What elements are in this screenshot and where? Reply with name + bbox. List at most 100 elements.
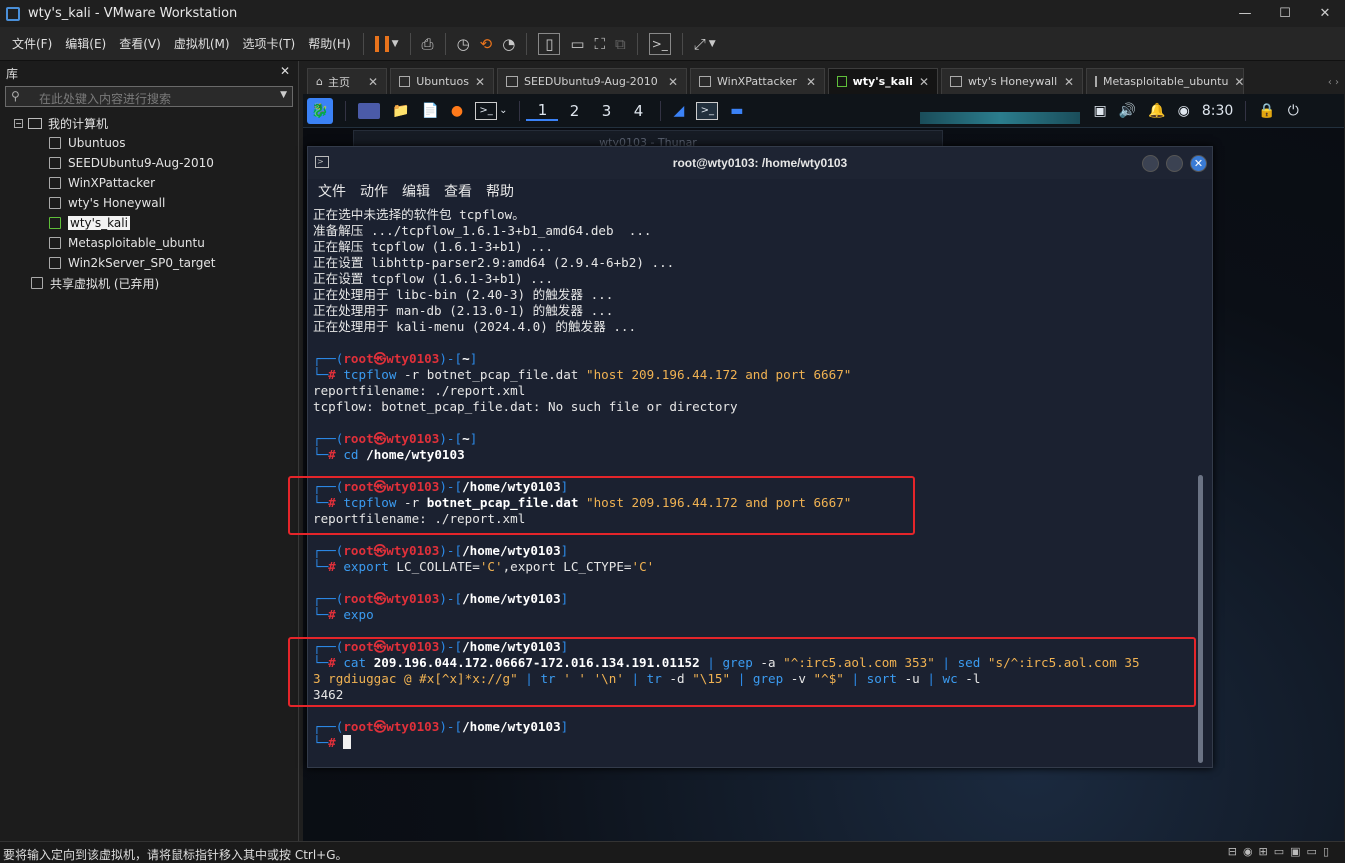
device-status-icons[interactable]: ⊟◉⊞▭▣▭▯ — [1228, 845, 1335, 858]
tree-item-vm[interactable]: Win2kServer_SP0_target — [0, 253, 298, 273]
tree-root-label: 我的计算机 — [48, 116, 109, 131]
pause-button[interactable] — [374, 33, 389, 55]
tab-metasploitable[interactable]: Metasploitable_ubuntu ✕ — [1086, 68, 1244, 94]
workspace-4[interactable]: 4 — [622, 102, 654, 120]
tree-item-vm[interactable]: WinXPattacker — [0, 173, 298, 193]
terminal-menu-edit[interactable]: 编辑 — [402, 181, 430, 201]
volume-icon[interactable]: 🔊 — [1119, 103, 1136, 119]
stretch-guest-icon[interactable]: ⤢ — [694, 33, 706, 55]
prompt-dir: /home/wty0103 — [462, 543, 561, 558]
terminal-icon[interactable]: >_ — [475, 101, 498, 120]
tree-item-vm[interactable]: wty's Honeywall — [0, 193, 298, 213]
vm-icon — [699, 76, 711, 87]
tab-scroll-arrows-icon[interactable]: ‹ › — [1328, 77, 1339, 88]
menu-help[interactable]: 帮助(H) — [302, 35, 356, 52]
taskbar-terminal-icon[interactable]: >_ — [696, 101, 719, 120]
tab-home[interactable]: ⌂ 主页 ✕ — [307, 68, 387, 94]
pause-icon — [374, 35, 389, 52]
terminal-minimize-button[interactable] — [1142, 155, 1159, 172]
tab-close-icon[interactable]: ✕ — [1228, 75, 1244, 89]
workspace-2[interactable]: 2 — [558, 102, 590, 120]
tab-close-icon[interactable]: ✕ — [800, 75, 816, 89]
library-search-input[interactable]: ⚲ 在此处键入内容进行搜索 ▼ — [5, 86, 293, 107]
lock-icon[interactable]: 🔒 — [1258, 103, 1275, 119]
highlight-box-cat-pipeline — [288, 637, 1196, 707]
terminal-dropdown-icon[interactable]: ⌄ — [499, 105, 507, 116]
terminal-cursor[interactable] — [343, 735, 352, 749]
terminal-window[interactable]: > root@wty0103: /home/wty0103 ✕ 文件 动作 编辑… — [288, 146, 1213, 768]
terminal-output-line: 正在处理用于 man-db (2.13.0-1) 的触发器 ... — [313, 303, 614, 318]
tab-wtys-kali[interactable]: wty's_kali ✕ — [828, 68, 938, 94]
menu-vm[interactable]: 虚拟机(M) — [168, 35, 236, 52]
minimize-button[interactable]: — — [1225, 0, 1265, 27]
send-ctrl-alt-del-icon[interactable]: ⎙ — [422, 33, 434, 55]
vm-icon — [950, 76, 962, 87]
computer-icon — [28, 117, 42, 129]
tab-close-icon[interactable]: ✕ — [1058, 75, 1074, 89]
snapshot-manager-icon[interactable]: ◔ — [502, 33, 515, 55]
clock[interactable]: 8:30 — [1202, 103, 1233, 119]
power-dropdown-icon[interactable]: ▼ — [392, 33, 399, 55]
file-manager-icon[interactable]: 📁 — [392, 103, 409, 119]
show-desktop-icon[interactable] — [358, 102, 380, 119]
console-view-icon[interactable]: >_ — [648, 32, 671, 55]
tab-close-icon[interactable]: ✕ — [362, 75, 378, 89]
terminal-menu-view[interactable]: 查看 — [444, 181, 472, 201]
tree-root-my-computer[interactable]: − 我的计算机 — [0, 113, 298, 133]
library-close-icon[interactable]: ✕ — [280, 64, 290, 78]
tree-item-vm-selected[interactable]: wty's_kali — [0, 213, 298, 233]
terminal-output-line: 正在设置 libhttp-parser2.9:amd64 (2.9.4-6+b2… — [313, 255, 675, 270]
terminal-input-line: └─# — [313, 735, 1203, 751]
menu-edit[interactable]: 编辑(E) — [59, 35, 112, 52]
unity-icon[interactable]: ⧉ — [615, 33, 626, 55]
firefox-icon[interactable]: ● — [451, 103, 463, 119]
terminal-menubar: 文件 动作 编辑 查看 帮助 — [308, 179, 1212, 203]
workspace-1[interactable]: 1 — [526, 101, 559, 121]
logout-icon[interactable]: ⏻ — [1288, 103, 1299, 119]
collapse-icon[interactable]: − — [14, 118, 23, 128]
tab-winxpattacker[interactable]: WinXPattacker ✕ — [690, 68, 825, 94]
tab-close-icon[interactable]: ✕ — [662, 75, 678, 89]
terminal-close-button[interactable]: ✕ — [1190, 155, 1207, 172]
menubar: 文件(F) 编辑(E) 查看(V) 虚拟机(M) 选项卡(T) 帮助(H) ▼ … — [0, 27, 1345, 61]
kali-menu-icon[interactable]: 🐉 — [307, 97, 333, 124]
terminal-menu-help[interactable]: 帮助 — [486, 181, 514, 201]
taskbar-thunar-icon[interactable]: ◢ — [673, 103, 684, 119]
display-icon[interactable]: ▣ — [1094, 103, 1107, 119]
menu-view[interactable]: 查看(V) — [113, 35, 167, 52]
thumbnail-bar-icon[interactable]: ▭ — [570, 33, 584, 55]
maximize-button[interactable]: ☐ — [1265, 0, 1305, 27]
tab-honeywall[interactable]: wty's Honeywall ✕ — [941, 68, 1083, 94]
library-panel: 库 ✕ ⚲ 在此处键入内容进行搜索 ▼ − 我的计算机 Ubuntuos SEE… — [0, 61, 299, 841]
vm-icon — [506, 76, 518, 87]
revert-snapshot-icon[interactable]: ⟲ — [480, 33, 493, 55]
tree-item-vm[interactable]: Metasploitable_ubuntu — [0, 233, 298, 253]
text-editor-icon[interactable]: 📄 — [421, 103, 438, 119]
close-button[interactable]: ✕ — [1305, 0, 1345, 27]
terminal-menu-file[interactable]: 文件 — [318, 181, 346, 201]
terminal-menu-actions[interactable]: 动作 — [360, 181, 388, 201]
search-dropdown-icon[interactable]: ▼ — [280, 90, 287, 100]
tab-close-icon[interactable]: ✕ — [913, 75, 929, 89]
tree-item-vm[interactable]: Ubuntuos — [0, 133, 298, 153]
stretch-dropdown-icon[interactable]: ▼ — [709, 33, 716, 55]
terminal-scrollbar[interactable] — [1198, 475, 1203, 763]
terminal-maximize-button[interactable] — [1166, 155, 1183, 172]
tree-item-shared[interactable]: 共享虚拟机 (已弃用) — [0, 273, 298, 293]
power-manager-icon[interactable]: ◉ — [1178, 103, 1190, 119]
full-screen-icon[interactable]: ⛶ — [595, 33, 606, 55]
tree-item-vm[interactable]: SEEDUbuntu9-Aug-2010 — [0, 153, 298, 173]
workspace-3[interactable]: 3 — [590, 102, 622, 120]
prompt-user: root㉿wty0103 — [343, 719, 440, 734]
menu-file[interactable]: 文件(F) — [6, 35, 58, 52]
snapshot-icon[interactable]: ◷ — [457, 33, 470, 55]
tab-ubuntuos[interactable]: Ubuntuos ✕ — [390, 68, 494, 94]
notification-icon[interactable]: 🔔 — [1148, 103, 1165, 119]
window-title: wty's_kali - VMware Workstation — [28, 6, 238, 21]
library-toggle-icon[interactable]: ▯ — [538, 32, 561, 55]
tab-close-icon[interactable]: ✕ — [469, 75, 485, 89]
taskbar-folder-icon[interactable]: ▬ — [730, 103, 743, 119]
tab-seedubuntu[interactable]: SEEDUbuntu9-Aug-2010 ✕ — [497, 68, 687, 94]
menu-tabs[interactable]: 选项卡(T) — [237, 35, 302, 52]
